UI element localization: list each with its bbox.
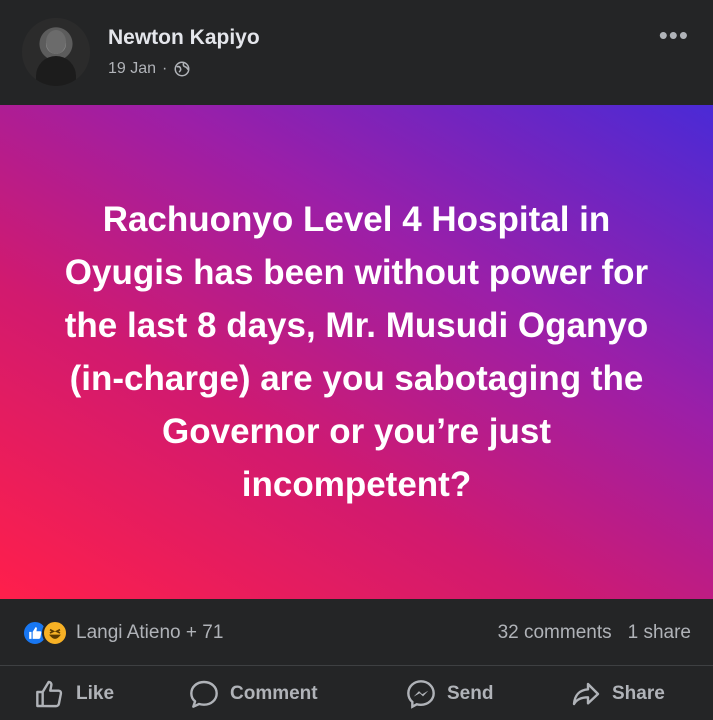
reactions-summary[interactable]: Langi Atieno + 71	[22, 620, 223, 646]
avatar-body	[36, 56, 76, 86]
share-button[interactable]: Share	[570, 678, 665, 710]
author-name[interactable]: Newton Kapiyo	[108, 26, 260, 50]
avatar[interactable]	[22, 18, 90, 86]
shares-count[interactable]: 1 share	[628, 622, 691, 644]
meta-separator: ·	[162, 60, 168, 77]
action-bar: Like Comment Send Share	[0, 665, 713, 720]
haha-icon	[42, 620, 68, 646]
comment-label: Comment	[230, 683, 318, 704]
post-content: Rachuonyo Level 4 Hospital in Oyugis has…	[0, 105, 713, 599]
comment-button[interactable]: Comment	[188, 678, 318, 710]
globe-icon	[174, 61, 190, 77]
post-text: Rachuonyo Level 4 Hospital in Oyugis has…	[64, 200, 649, 504]
more-options-icon[interactable]: •••	[659, 22, 689, 48]
messenger-icon	[407, 680, 435, 709]
share-icon	[572, 682, 600, 706]
send-label: Send	[447, 683, 494, 704]
comments-count[interactable]: 32 comments	[498, 622, 612, 644]
engagement-counts: 32 comments 1 share	[498, 622, 691, 644]
share-label: Share	[612, 683, 665, 704]
post-header: Newton Kapiyo 19 Jan · •••	[0, 0, 713, 105]
avatar-head	[46, 30, 66, 54]
post-meta: 19 Jan ·	[108, 60, 191, 78]
post-stats: Langi Atieno + 71 32 comments 1 share	[0, 599, 713, 665]
reactions-text[interactable]: Langi Atieno + 71	[76, 622, 223, 644]
send-button[interactable]: Send	[405, 678, 493, 710]
thumbs-up-icon	[36, 680, 63, 708]
comment-icon	[190, 680, 218, 708]
like-button[interactable]: Like	[34, 678, 114, 710]
post-date[interactable]: 19 Jan	[108, 60, 156, 78]
like-label: Like	[76, 683, 115, 704]
